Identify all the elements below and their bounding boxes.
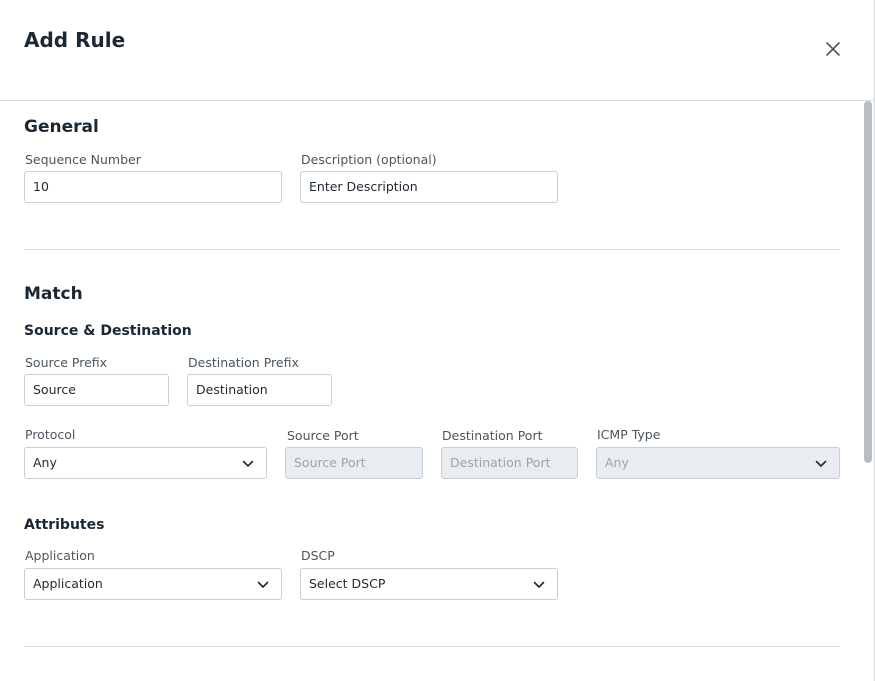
description-label: Description (optional) [301, 152, 437, 167]
application-value: Application [33, 576, 103, 591]
icmp-type-label: ICMP Type [597, 427, 661, 442]
scrollbar-thumb[interactable] [864, 101, 872, 463]
destination-prefix-label: Destination Prefix [188, 355, 299, 370]
destination-port-input: Destination Port [441, 447, 578, 479]
chevron-down-icon [257, 581, 269, 588]
protocol-label: Protocol [25, 427, 76, 442]
description-input[interactable]: Enter Description [300, 171, 558, 203]
chevron-down-icon [242, 460, 254, 467]
icmp-type-select: Any [596, 447, 840, 479]
dscp-value: Select DSCP [309, 576, 386, 591]
chevron-down-icon [815, 460, 827, 467]
subsection-title-source-destination: Source & Destination [24, 323, 192, 339]
source-prefix-input[interactable]: Source [24, 374, 169, 406]
divider [24, 249, 840, 250]
subsection-title-attributes: Attributes [24, 517, 105, 533]
protocol-select[interactable]: Any [24, 447, 267, 479]
modal-body: General Sequence Number 10 Description (… [0, 101, 874, 681]
source-prefix-label: Source Prefix [25, 355, 108, 370]
close-icon [826, 42, 840, 56]
modal-title: Add Rule [24, 28, 126, 52]
section-title-general: General [24, 117, 99, 137]
source-port-label: Source Port [287, 428, 359, 443]
application-select[interactable]: Application [24, 568, 282, 600]
destination-prefix-input[interactable]: Destination [187, 374, 332, 406]
section-title-match: Match [24, 284, 83, 304]
close-button[interactable] [822, 38, 844, 60]
dscp-select[interactable]: Select DSCP [300, 568, 558, 600]
protocol-value: Any [33, 455, 57, 470]
sequence-number-label: Sequence Number [25, 152, 141, 167]
add-rule-modal: Add Rule General Sequence Number 10 Desc… [0, 0, 875, 681]
dscp-label: DSCP [301, 548, 335, 563]
divider [24, 646, 840, 647]
destination-port-label: Destination Port [442, 428, 543, 443]
source-port-input: Source Port [285, 447, 423, 479]
chevron-down-icon [533, 581, 545, 588]
icmp-type-value: Any [605, 455, 629, 470]
application-label: Application [25, 548, 95, 563]
sequence-number-input[interactable]: 10 [24, 171, 282, 203]
modal-header: Add Rule [0, 0, 874, 101]
